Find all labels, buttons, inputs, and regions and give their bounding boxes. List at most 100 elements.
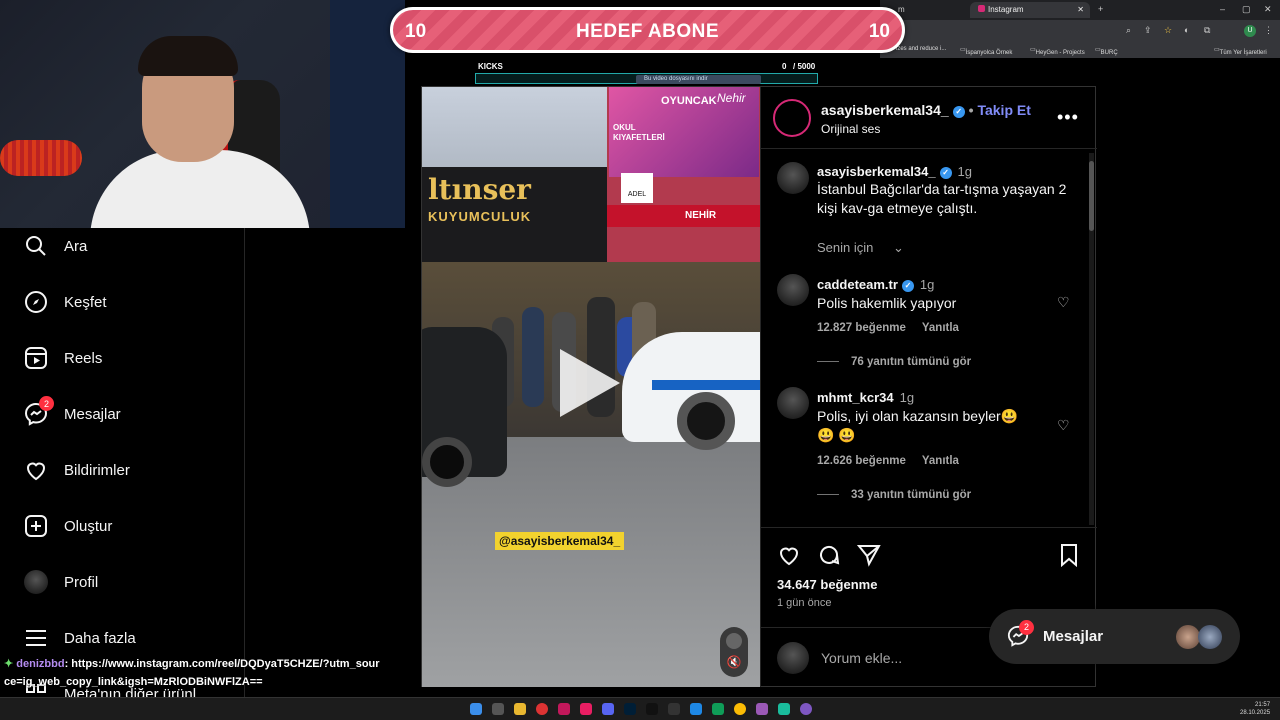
like-count[interactable]: 34.647 beğenme	[777, 577, 877, 592]
close-window-icon[interactable]: ✕	[1264, 4, 1272, 15]
caption-text: İstanbul Bağcılar'da tar-tışma yaşayan 2…	[817, 181, 1067, 216]
comment-username[interactable]: mhmt_kcr34	[817, 390, 894, 405]
current-user-avatar	[777, 642, 809, 674]
messages-popup-button[interactable]: 2 Mesajlar	[989, 609, 1240, 664]
bookmark-item[interactable]: izes and reduce i...	[896, 46, 946, 52]
post-details-panel: asayisberkemal34_ ✓ • Takip Et Orijinal se…	[760, 87, 1097, 687]
instagram-app-icon[interactable]	[580, 703, 592, 715]
author-avatar[interactable]	[773, 99, 811, 137]
shop-word: NEHİR	[685, 210, 717, 221]
sidebar-item-notifications[interactable]: Bildirimler	[24, 453, 130, 487]
tiktok-icon[interactable]	[646, 703, 658, 715]
comment-like-icon[interactable]: ♡	[1057, 294, 1070, 311]
share-icon[interactable]	[856, 543, 881, 573]
sidebar-item-label: Bildirimler	[64, 461, 130, 479]
audio-label[interactable]: Orijinal ses	[821, 122, 880, 136]
sidebar-item-create[interactable]: Oluştur	[24, 509, 112, 543]
store-sign: ltınser	[428, 173, 531, 206]
streamer-hair	[138, 36, 238, 76]
caption-username[interactable]: asayisberkemal34_	[817, 164, 936, 179]
comment-like-icon[interactable]: ♡	[1057, 417, 1070, 434]
bookmark-star-icon[interactable]: ☆	[1164, 25, 1172, 36]
app-icon[interactable]	[800, 703, 812, 715]
download-video-button[interactable]: Bu video dosyasını indir	[636, 75, 761, 84]
discord-icon[interactable]	[602, 703, 614, 715]
reel-video[interactable]: ltınser KUYUMCULUK OYUNCAK OKUL KIYAFETL…	[422, 87, 760, 687]
minimize-icon[interactable]: –	[1220, 4, 1225, 14]
play-icon[interactable]	[560, 349, 620, 417]
comment-avatar[interactable]	[777, 387, 809, 419]
sidebar-item-explore[interactable]: Keşfet	[24, 285, 107, 319]
share-icon[interactable]: ⇪	[1144, 25, 1152, 36]
sidebar-item-search[interactable]: Ara	[24, 229, 87, 263]
new-tab-icon[interactable]: +	[1098, 4, 1103, 14]
app-icon[interactable]	[690, 703, 702, 715]
search-icon	[24, 234, 48, 258]
sidebar-item-more[interactable]: Daha fazla	[24, 621, 136, 655]
comment-input[interactable]	[821, 648, 1021, 668]
view-replies-button[interactable]: 76 yanıtın tümünü gör	[817, 356, 971, 368]
verified-icon: ✓	[939, 167, 952, 179]
follow-button[interactable]: Takip Et	[977, 102, 1030, 118]
chrome-icon[interactable]	[734, 703, 746, 715]
kicks-total: / 5000	[793, 62, 816, 71]
messages-badge: 2	[39, 396, 54, 411]
bookmark-item[interactable]: ▭ İspanyolca Örnek	[960, 46, 1012, 56]
system-clock[interactable]: 21:57 28.10.2025	[1240, 701, 1270, 717]
view-replies-button[interactable]: 33 yanıtın tümünü gör	[817, 489, 971, 501]
all-bookmarks[interactable]: ▭ Tüm Yer İşaretleri	[1214, 46, 1267, 56]
comments-scrollbar[interactable]	[1089, 153, 1094, 525]
app-icon[interactable]	[712, 703, 724, 715]
app-icon[interactable]	[668, 703, 680, 715]
author-username[interactable]: asayisberkemal34_	[821, 102, 949, 118]
reply-button[interactable]: Yanıtla	[922, 455, 959, 467]
profile-avatar[interactable]: U	[1244, 25, 1256, 37]
comment-likes[interactable]: 12.827 beğenme	[817, 322, 906, 334]
menu-icon	[24, 626, 48, 650]
compass-icon	[24, 290, 48, 314]
more-options-icon[interactable]: •••	[1057, 107, 1079, 128]
sidebar-item-label: Ara	[64, 237, 88, 255]
chat-star-icon: ✦	[4, 658, 14, 670]
browser-tab-instagram[interactable]: Instagram ✕	[970, 2, 1090, 18]
maximize-icon[interactable]: ▢	[1242, 4, 1251, 15]
task-view-icon[interactable]	[492, 703, 504, 715]
comment-meta: 12.626 beğenme Yanıtla	[817, 455, 975, 467]
comment-time: 1g	[899, 390, 915, 405]
like-icon[interactable]	[777, 543, 801, 573]
sidebar-item-messages[interactable]: 2 Mesajlar	[24, 396, 121, 431]
zoom-icon[interactable]: ⌕	[1126, 25, 1131, 36]
verified-icon: ✓	[952, 106, 965, 118]
photoshop-icon[interactable]	[624, 703, 636, 715]
file-explorer-icon[interactable]	[514, 703, 526, 715]
extensions-puzzle-icon[interactable]: ⧉	[1204, 25, 1210, 36]
extension-icon[interactable]: ◐	[1184, 25, 1189, 35]
reply-button[interactable]: Yanıtla	[922, 322, 959, 334]
avatar-icon	[24, 570, 48, 594]
tab-close-icon[interactable]: ✕	[1077, 5, 1084, 14]
app-icon[interactable]	[778, 703, 790, 715]
instagram-favicon-icon	[978, 5, 985, 12]
start-icon[interactable]	[470, 703, 482, 715]
chrome-menu-icon[interactable]: ⋮	[1264, 25, 1273, 36]
comment-username[interactable]: caddeteam.tr	[817, 277, 898, 292]
sidebar-item-label: Profil	[64, 573, 99, 591]
caption-time: 1g	[957, 164, 973, 179]
sidebar-item-label: Reels	[64, 349, 103, 367]
mute-button[interactable]: 🔇	[720, 627, 748, 677]
caption-avatar[interactable]	[777, 162, 809, 194]
sidebar-item-reels[interactable]: Reels	[24, 341, 102, 375]
bookmark-item[interactable]: ▭ HeyGen - Projects	[1030, 46, 1085, 56]
comment-user-row: caddeteam.tr ✓ 1g	[817, 277, 934, 292]
comment-likes[interactable]: 12.626 beğenme	[817, 455, 906, 467]
save-icon[interactable]	[1057, 543, 1081, 573]
sidebar-item-profile[interactable]: Profil	[24, 565, 98, 599]
comment-avatar[interactable]	[777, 274, 809, 306]
bookmark-folder[interactable]: ▭ BURÇ	[1095, 46, 1118, 56]
comment-text: Polis, iyi olan kazansın beyler😃 😃 😃	[817, 408, 1019, 443]
app-icon[interactable]	[756, 703, 768, 715]
app-icon[interactable]	[558, 703, 570, 715]
comment-icon[interactable]	[817, 543, 841, 573]
for-you-label[interactable]: Senin için ⌄	[817, 240, 920, 256]
app-icon[interactable]	[536, 703, 548, 715]
